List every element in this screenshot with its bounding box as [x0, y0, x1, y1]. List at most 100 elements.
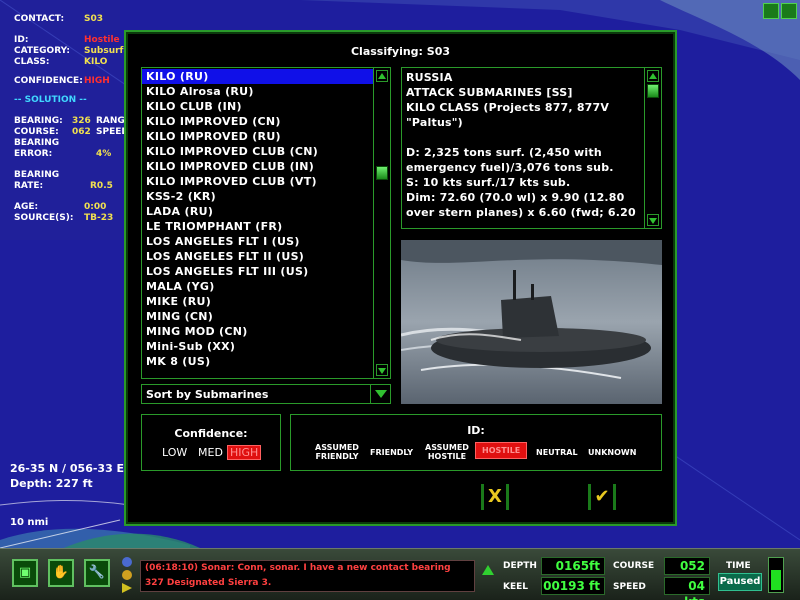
window-toggle-icon[interactable] [763, 3, 779, 19]
cancel-button[interactable]: X [481, 484, 509, 510]
ship-class-item[interactable]: LOS ANGELES FLT I (US) [142, 234, 373, 249]
scroll-up-icon[interactable] [376, 70, 388, 82]
ship-class-item[interactable]: KILO Alrosa (RU) [142, 84, 373, 99]
id-assumed-hostile-line1: ASSUMED [425, 443, 469, 452]
id-assumed-hostile-line2: HOSTILE [427, 452, 467, 461]
bearing-value: 326 [72, 116, 91, 126]
id-unknown-option[interactable]: UNKNOWN [588, 448, 636, 457]
class-info-line: over stern planes) x 6.60 (fwd; 6.20 [406, 206, 636, 219]
id-assumed-friendly-option[interactable]: ASSUMED FRIENDLY [315, 443, 359, 461]
triangle-up-icon[interactable] [482, 565, 494, 575]
contact-value: S03 [84, 14, 104, 24]
id-friendly-option[interactable]: FRIENDLY [370, 448, 413, 457]
classify-dialog: Classifying: S03 KILO (RU) KILO Alrosa (R… [124, 30, 677, 526]
id-assumed-friendly-line2: FRIENDLY [315, 452, 359, 461]
ship-class-item[interactable]: KILO IMPROVED (CN) [142, 114, 373, 129]
scroll-thumb[interactable] [647, 84, 659, 98]
ship-class-item[interactable]: KILO (RU) [142, 69, 373, 84]
confidence-group: Confidence: LOW MED HIGH [141, 414, 281, 471]
course-readout: 052 [664, 557, 710, 575]
ship-class-items: KILO (RU) KILO Alrosa (RU) KILO CLUB (IN) K… [142, 68, 373, 378]
confidence-label: CONFIDENCE: [14, 76, 83, 86]
class-label: CLASS: [14, 57, 50, 67]
map-scale: 10 nmi [10, 517, 49, 528]
ship-class-item[interactable]: LOS ANGELES FLT III (US) [142, 264, 373, 279]
sort-dropdown[interactable]: Sort by Submarines [141, 384, 391, 404]
ship-class-item[interactable]: KILO IMPROVED (RU) [142, 129, 373, 144]
class-info-text: RUSSIA ATTACK SUBMARINES [SS] KILO CLASS (… [406, 70, 641, 220]
age-value: 0:00 [84, 202, 107, 212]
ship-class-item[interactable]: MALA (YG) [142, 279, 373, 294]
ship-class-item[interactable]: LE TRIOMPHANT (FR) [142, 219, 373, 234]
ship-class-item[interactable]: MIKE (RU) [142, 294, 373, 309]
id-hostile-option[interactable]: HOSTILE [475, 442, 528, 459]
time-label: TIME [726, 561, 751, 571]
class-info-line: RUSSIA [406, 71, 453, 84]
chevron-down-icon[interactable] [370, 385, 390, 403]
ship-class-item[interactable]: MING (CN) [142, 309, 373, 324]
course-value: 062 [72, 127, 91, 137]
confidence-low-option[interactable]: LOW [162, 446, 187, 459]
bearing-error-label: BEARING ERROR: [14, 138, 60, 159]
confidence-value: HIGH [84, 76, 110, 86]
sonar-button[interactable]: ✋ [48, 559, 74, 587]
scroll-thumb[interactable] [376, 166, 388, 180]
ok-button[interactable]: ✔ [588, 484, 616, 510]
id-label: ID: [14, 35, 29, 45]
contact-info-panel: CONTACT: S03 ID: Hostile CATEGORY: Subsurfa… [14, 14, 141, 224]
message-line-2: 327 Designated Sierra 3. [145, 578, 272, 588]
ship-class-item[interactable]: MK 8 (US) [142, 354, 373, 369]
play-icon[interactable] [122, 583, 132, 593]
confidence-high-option[interactable]: HIGH [227, 445, 262, 460]
sort-dropdown-label: Sort by Submarines [146, 388, 269, 401]
confidence-med-option[interactable]: MED [198, 446, 223, 459]
course-label: COURSE: [14, 127, 59, 137]
tools-button[interactable]: 🔧 [84, 559, 110, 587]
ship-class-item[interactable]: LADA (RU) [142, 204, 373, 219]
ship-class-item[interactable]: LOS ANGELES FLT II (US) [142, 249, 373, 264]
download-arrow-icon[interactable] [781, 3, 797, 19]
map-view-button[interactable]: ▣ [12, 559, 38, 587]
ship-class-item[interactable]: KSS-2 (KR) [142, 189, 373, 204]
wrench-icon: 🔧 [88, 565, 106, 580]
id-group: ID: ASSUMED FRIENDLY FRIENDLY ASSUMED HO… [290, 414, 662, 471]
id-assumed-hostile-option[interactable]: ASSUMED HOSTILE [425, 443, 469, 461]
class-info-line: ATTACK SUBMARINES [SS] [406, 86, 573, 99]
ship-class-item[interactable]: Mini-Sub (XX) [142, 339, 373, 354]
category-label: CATEGORY: [14, 46, 70, 56]
sources-label: SOURCE(S): [14, 213, 74, 223]
sonar-hand-icon: ✋ [52, 565, 70, 580]
class-info-line: D: 2,325 tons surf. (2,450 with [406, 146, 602, 159]
info-scrollbar[interactable] [644, 68, 661, 228]
map-depth: Depth: 227 ft [10, 477, 93, 490]
bearing-rate-value: R0.5 [90, 181, 113, 191]
ship-class-item[interactable]: KILO IMPROVED CLUB (CN) [142, 144, 373, 159]
scroll-up-icon[interactable] [647, 70, 659, 82]
message-line-1: (06:18:10) Sonar: Conn, sonar. I have a … [145, 563, 451, 573]
class-info-line: S: 10 kts surf./17 kts sub. [406, 176, 571, 189]
ship-class-item[interactable]: MING MOD (CN) [142, 324, 373, 339]
class-value: KILO [84, 57, 108, 67]
ship-class-list[interactable]: KILO (RU) KILO Alrosa (RU) KILO CLUB (IN) K… [141, 67, 391, 379]
time-compression-slider[interactable] [768, 557, 784, 593]
id-value: Hostile [84, 35, 120, 45]
ship-class-item[interactable]: KILO CLUB (IN) [142, 99, 373, 114]
time-paused-button[interactable]: Paused [718, 573, 762, 591]
class-info-line: KILO CLASS (Projects 877, 877V [406, 101, 610, 114]
bearing-rate-label: BEARING RATE: [14, 170, 60, 191]
indicator-blue-icon[interactable] [122, 557, 132, 567]
indicator-yellow-icon[interactable] [122, 570, 132, 580]
scroll-down-icon[interactable] [647, 214, 659, 226]
scroll-down-icon[interactable] [376, 364, 388, 376]
message-log: (06:18:10) Sonar: Conn, sonar. I have a … [140, 560, 475, 592]
list-scrollbar[interactable] [373, 68, 390, 378]
id-neutral-option[interactable]: NEUTRAL [536, 448, 578, 457]
ship-class-item[interactable]: KILO IMPROVED CLUB (VT) [142, 174, 373, 189]
confidence-title: Confidence: [174, 427, 248, 440]
depth-label: DEPTH [503, 561, 537, 571]
keel-label: KEEL [503, 582, 529, 592]
speed-label: SPEED [613, 582, 646, 592]
speed-readout: 04 kts [664, 577, 710, 600]
class-info-line [406, 130, 641, 145]
ship-class-item[interactable]: KILO IMPROVED CLUB (IN) [142, 159, 373, 174]
